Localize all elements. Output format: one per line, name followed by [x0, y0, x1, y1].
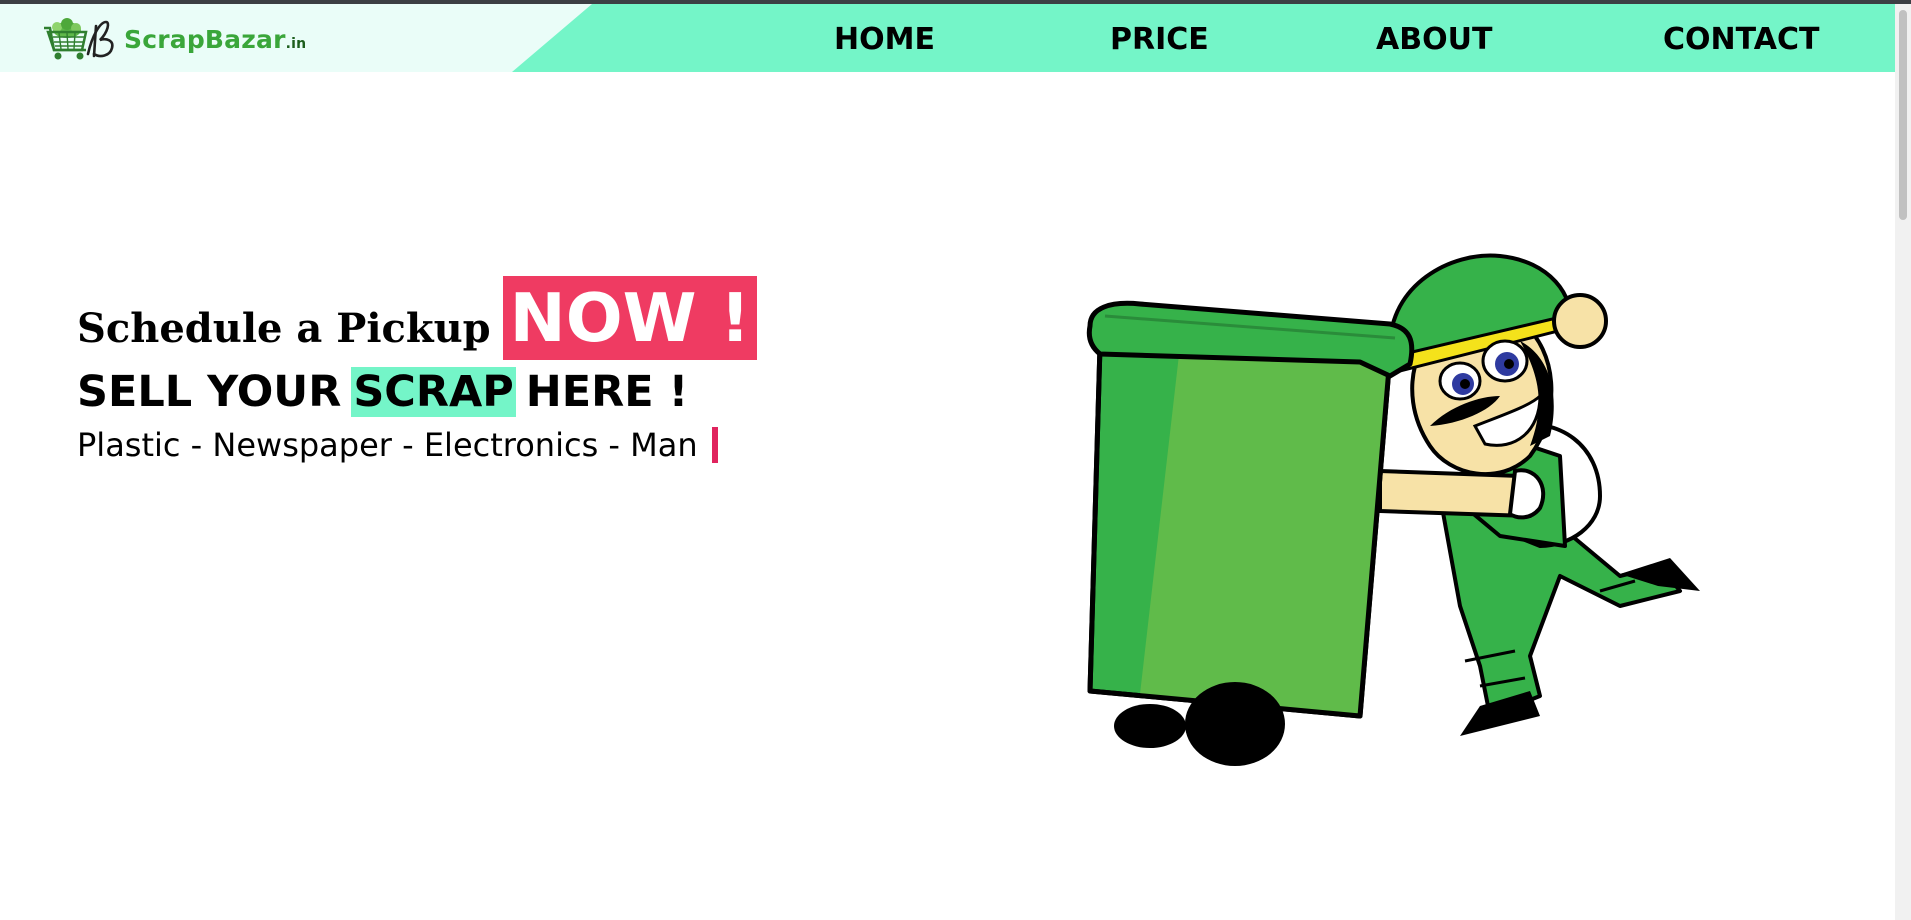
nav-home[interactable]: HOME [834, 22, 935, 57]
nav-links: HOME PRICE ABOUT CONTACT [0, 4, 1895, 72]
scrap-collector-with-bin-illustration [1086, 253, 1700, 766]
scrap-highlight: SCRAP [351, 367, 516, 417]
hero-text: Schedule a Pickup NOW ! SELL YOUR SCRAP … [77, 276, 758, 464]
nav-contact[interactable]: CONTACT [1663, 22, 1819, 57]
nav-price[interactable]: PRICE [1110, 22, 1209, 57]
navbar: ScrapBazar.in HOME PRICE ABOUT CONTACT [0, 4, 1895, 72]
typing-text: Plastic - Newspaper - Electronics - Man [77, 426, 698, 464]
typing-cursor [711, 427, 718, 463]
typing-line: Plastic - Newspaper - Electronics - Man [77, 426, 757, 464]
page-scrollbar[interactable] [1895, 4, 1911, 920]
nav-about[interactable]: ABOUT [1376, 22, 1492, 57]
sell-prefix: SELL YOUR [77, 367, 342, 417]
hero-headline: Schedule a Pickup NOW ! [77, 276, 758, 360]
scrollbar-thumb[interactable] [1899, 10, 1907, 220]
sell-scrap-line: SELL YOUR SCRAP HERE ! [77, 362, 757, 422]
now-badge: NOW ! [502, 276, 758, 360]
sell-suffix: HERE ! [525, 367, 689, 417]
schedule-pickup-text: Schedule a Pickup [77, 305, 491, 352]
